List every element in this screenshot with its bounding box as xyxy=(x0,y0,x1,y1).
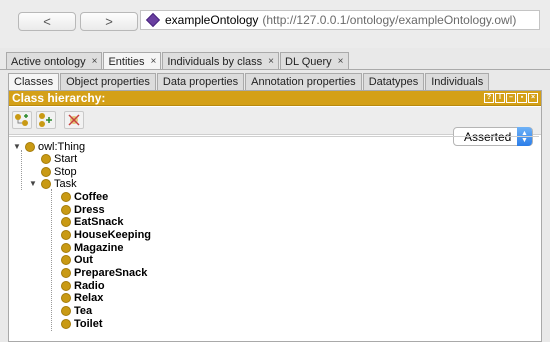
close-icon[interactable]: × xyxy=(528,93,538,103)
class-icon xyxy=(61,229,71,240)
class-label: Relax xyxy=(74,291,104,304)
add-sibling-button[interactable] xyxy=(36,111,56,129)
workspace-tabs: Active ontology × Entities × Individuals b… xyxy=(6,52,350,70)
close-icon[interactable]: × xyxy=(151,56,157,67)
class-icon xyxy=(25,141,35,152)
add-subclass-icon xyxy=(15,114,28,126)
subtab-datatypes[interactable]: Datatypes xyxy=(362,73,425,90)
class-label: Stop xyxy=(54,165,77,178)
delete-class-icon xyxy=(68,114,80,126)
tree-node[interactable]: Start xyxy=(41,152,77,165)
tree-node[interactable]: ▼ Task xyxy=(29,177,77,190)
expand-toggle-icon[interactable]: ▼ xyxy=(29,179,39,188)
class-label: owl:Thing xyxy=(38,140,86,153)
close-icon[interactable]: × xyxy=(338,56,344,67)
browser-toolbar: < > exampleOntology (http://127.0.0.1/on… xyxy=(0,0,550,48)
class-label: Radio xyxy=(74,279,105,292)
panel-header: Class hierarchy: ? I – ▪ × xyxy=(9,91,541,106)
class-label: Dress xyxy=(74,203,105,216)
close-icon[interactable]: × xyxy=(92,56,98,67)
tree-node[interactable]: Tea xyxy=(61,304,92,317)
class-label: EatSnack xyxy=(74,215,124,228)
ontology-icon xyxy=(145,12,161,28)
close-icon[interactable]: × xyxy=(268,56,274,67)
class-label: Start xyxy=(54,152,78,165)
class-label: Toilet xyxy=(74,317,103,330)
subtab-annotation-properties[interactable]: Annotation properties xyxy=(245,73,362,90)
maximize-icon[interactable]: ▪ xyxy=(517,93,527,103)
class-icon xyxy=(61,191,71,202)
tab-label: DL Query xyxy=(285,55,332,68)
add-sibling-icon xyxy=(39,113,52,127)
class-icon xyxy=(41,166,51,177)
class-label: Coffee xyxy=(74,190,109,203)
subtab-individuals[interactable]: Individuals xyxy=(425,73,490,90)
tree-node[interactable]: PrepareSnack xyxy=(61,266,147,279)
class-label: Magazine xyxy=(74,241,124,254)
ontology-iri: (http://127.0.0.1/ontology/exampleOntolo… xyxy=(262,13,517,27)
class-hierarchy-panel: Class hierarchy: ? I – ▪ × Asserted ▲ ▼ … xyxy=(8,90,542,342)
subtab-data-properties[interactable]: Data properties xyxy=(156,73,245,90)
tab-divider xyxy=(0,69,550,70)
class-tree: ▼ owl:Thing Start Stop ▼ Task Coffee Dre… xyxy=(9,136,539,341)
class-label: Tea xyxy=(74,304,93,317)
class-label: PrepareSnack xyxy=(74,266,148,279)
tree-node[interactable]: EatSnack xyxy=(61,215,124,228)
info-icon[interactable]: I xyxy=(495,93,505,103)
ontology-address-bar[interactable]: exampleOntology (http://127.0.0.1/ontolo… xyxy=(140,10,540,30)
ontology-name: exampleOntology xyxy=(165,13,259,27)
class-icon xyxy=(61,292,71,303)
tree-node[interactable]: HouseKeeping xyxy=(61,228,151,241)
class-icon xyxy=(61,280,71,291)
add-subclass-button[interactable] xyxy=(12,111,32,129)
minimize-icon[interactable]: – xyxy=(506,93,516,103)
expand-toggle-icon[interactable]: ▼ xyxy=(13,142,23,151)
forward-button[interactable]: > xyxy=(80,12,138,31)
subtab-object-properties[interactable]: Object properties xyxy=(60,73,156,90)
delete-class-button[interactable] xyxy=(64,111,84,129)
class-label: Out xyxy=(74,253,93,266)
tree-node[interactable]: Coffee xyxy=(61,190,108,203)
class-icon xyxy=(61,254,71,265)
tab-label: Active ontology xyxy=(11,55,86,68)
tab-label: Individuals by class xyxy=(167,55,263,68)
panel-title: Class hierarchy: xyxy=(12,91,106,105)
tab-label: Entities xyxy=(108,55,145,68)
tab-active-ontology[interactable]: Active ontology × xyxy=(6,52,103,70)
entity-subtabs: Classes Object properties Data propertie… xyxy=(8,73,490,90)
subtab-classes[interactable]: Classes xyxy=(8,73,60,90)
hierarchy-actionbar: Asserted ▲ ▼ xyxy=(9,107,541,146)
back-button[interactable]: < xyxy=(18,12,76,31)
class-icon xyxy=(61,242,71,253)
help-icon[interactable]: ? xyxy=(484,93,494,103)
class-label: Task xyxy=(54,177,77,190)
class-icon xyxy=(61,267,71,278)
class-icon xyxy=(61,204,71,215)
class-icon xyxy=(41,153,51,164)
tree-connector xyxy=(51,189,52,331)
class-icon xyxy=(41,178,51,189)
class-icon xyxy=(61,318,71,329)
class-label: HouseKeeping xyxy=(74,228,152,241)
class-icon xyxy=(61,216,71,227)
tab-entities[interactable]: Entities × xyxy=(103,52,162,70)
class-icon xyxy=(61,305,71,316)
tab-individuals-by-class[interactable]: Individuals by class × xyxy=(162,52,279,70)
tree-connector xyxy=(21,150,22,190)
panel-header-buttons: ? I – ▪ × xyxy=(484,93,541,103)
tree-node[interactable]: Toilet xyxy=(61,317,103,330)
tree-node[interactable]: Out xyxy=(61,253,93,266)
tab-dl-query[interactable]: DL Query × xyxy=(280,52,349,70)
tree-node[interactable]: Relax xyxy=(61,291,103,304)
